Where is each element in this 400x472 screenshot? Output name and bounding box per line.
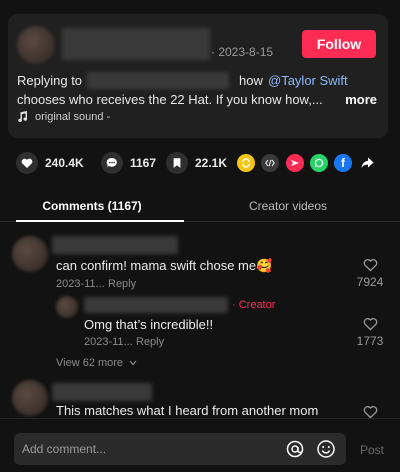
heart-icon <box>16 152 38 174</box>
bookmark-icon <box>166 152 188 174</box>
sound-label: original sound - <box>35 111 111 123</box>
author-name-redacted[interactable] <box>62 28 210 60</box>
commenter-avatar[interactable] <box>12 380 48 416</box>
creator-badge: · Creator <box>232 299 276 311</box>
more-button[interactable]: more <box>345 90 377 109</box>
send-icon[interactable] <box>286 154 304 172</box>
comment-like-button[interactable]: 1773 <box>350 317 390 348</box>
reply-button[interactable]: Reply <box>108 278 136 290</box>
mention-at-icon[interactable] <box>285 439 305 459</box>
comment-input-bar: Post <box>0 418 400 472</box>
view-more-replies[interactable]: View 62 more <box>56 357 137 369</box>
save-button[interactable]: 22.1K <box>166 150 227 176</box>
save-count: 22.1K <box>195 156 228 170</box>
comment-like-count: 7924 <box>356 275 384 289</box>
commenter-name-redacted[interactable] <box>52 236 178 254</box>
post-date: · 2023-8-15 <box>211 45 274 59</box>
heart-outline-icon <box>363 317 378 331</box>
view-more-label: View 62 more <box>56 357 124 369</box>
comment-text: This matches what I heard from another m… <box>56 403 319 418</box>
embed-icon[interactable] <box>261 154 279 172</box>
action-bar: 240.4K 1167 22.1K f <box>16 150 388 176</box>
author-avatar[interactable] <box>17 26 55 64</box>
creator-avatar[interactable] <box>56 296 78 318</box>
creator-name-redacted[interactable] <box>84 297 228 313</box>
comment-text: Omg that’s incredible!! <box>84 317 214 332</box>
replied-user-redacted[interactable] <box>87 72 229 89</box>
share-arrow-icon[interactable] <box>358 154 376 172</box>
post-caption: Replying to how @Taylor Swift chooses wh… <box>17 71 377 109</box>
tab-bar: Comments (1167) Creator videos <box>0 190 400 222</box>
comment-like-button[interactable]: 7924 <box>350 258 390 289</box>
emoji-icon[interactable] <box>316 439 336 459</box>
follow-button[interactable]: Follow <box>302 30 376 58</box>
tab-creator-videos[interactable]: Creator videos <box>192 190 384 222</box>
comment-count: 1167 <box>130 156 157 170</box>
comment-text: can confirm! mama swift chose me🥰 <box>56 258 273 273</box>
comment-input-box <box>14 433 346 465</box>
caption-line-2: chooses who receives the 22 Hat. If you … <box>17 92 323 107</box>
like-button[interactable]: 240.4K <box>16 150 84 176</box>
comment-date: 2023-11... <box>84 336 133 348</box>
comment-input[interactable] <box>14 433 274 465</box>
comment-like-count: 1773 <box>356 334 384 348</box>
mention-link[interactable]: @Taylor Swift <box>268 71 348 90</box>
tab-comments[interactable]: Comments (1167) <box>0 190 184 222</box>
post-button[interactable]: Post <box>360 443 384 457</box>
heart-outline-icon <box>363 258 378 272</box>
comment-like-button[interactable] <box>350 405 390 419</box>
facebook-icon[interactable]: f <box>334 154 352 172</box>
whatsapp-icon[interactable] <box>310 154 328 172</box>
chevron-down-icon <box>129 360 137 366</box>
comment-date: 2023-11... <box>56 278 105 290</box>
heart-outline-icon <box>363 405 378 419</box>
active-tab-indicator <box>16 220 184 222</box>
caption-how: how <box>239 73 263 88</box>
commenter-avatar[interactable] <box>12 236 48 272</box>
repost-icon[interactable] <box>237 154 255 172</box>
comment-bubble-icon <box>101 152 123 174</box>
post-card: · 2023-8-15 Follow Replying to how @Tayl… <box>8 14 388 138</box>
like-count: 240.4K <box>45 156 84 170</box>
caption-replying-to: Replying to <box>17 73 83 88</box>
reply-button[interactable]: Reply <box>136 336 164 348</box>
music-note-icon <box>17 111 28 123</box>
comment-button[interactable]: 1167 <box>101 150 156 176</box>
sound-link[interactable]: original sound - <box>17 111 110 123</box>
commenter-name-redacted[interactable] <box>52 383 152 401</box>
